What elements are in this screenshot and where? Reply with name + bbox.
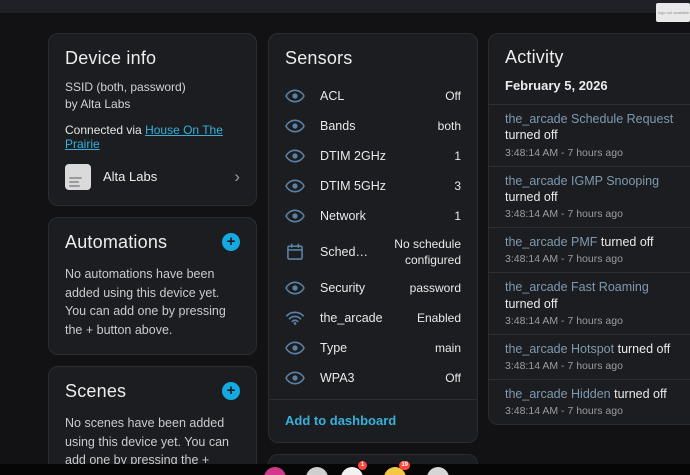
logbook-list: the_arcade Schedule Request turned off 3… <box>489 104 690 424</box>
logbook-timestamp: 3:48:14 AM - 7 hours ago <box>505 315 683 327</box>
activity-date: February 5, 2026 <box>505 78 683 93</box>
scenes-title: Scenes <box>65 381 126 402</box>
logbook-timestamp: 3:48:14 AM - 7 hours ago <box>505 208 683 220</box>
automations-card: Automations No automations have been add… <box>48 217 257 355</box>
notification-badge: 1 <box>358 461 367 470</box>
automations-empty-text: No automations have been added using thi… <box>65 265 240 340</box>
device-info-title: Device info <box>65 48 240 69</box>
logbook-entity-link[interactable]: the_arcade Schedule Request <box>505 112 673 126</box>
sensor-name: DTIM 2GHz <box>320 149 454 163</box>
sensor-name: ACL <box>320 89 445 103</box>
chevron-right-icon: › <box>234 168 240 185</box>
sensor-name: the_arcade <box>320 311 417 325</box>
logbook-entry: the_arcade PMF turned off 3:48:14 AM - 7… <box>489 227 690 272</box>
sensor-value: Off <box>445 88 461 104</box>
scenes-card: Scenes No scenes have been added using t… <box>48 366 257 475</box>
eye-icon <box>285 176 305 196</box>
logbook-entity-link[interactable]: the_arcade Hotspot <box>505 342 614 356</box>
eye-icon <box>285 116 305 136</box>
sensor-name: DTIM 5GHz <box>320 179 454 193</box>
logbook-entry: the_arcade Hidden turned off 3:48:14 AM … <box>489 379 690 424</box>
device-page: logo not available Device info SSID (bot… <box>0 0 690 475</box>
logbook-action: turned off <box>614 387 667 401</box>
top-bar <box>0 0 690 13</box>
device-manufacturer: by Alta Labs <box>65 96 240 113</box>
integration-row[interactable]: Alta Labs › <box>65 164 240 190</box>
sensor-value: password <box>410 280 461 296</box>
sensor-row[interactable]: the_arcade Enabled <box>269 303 477 333</box>
automations-title: Automations <box>65 232 167 253</box>
alta-labs-logo-icon <box>65 164 91 190</box>
sensor-value: 1 <box>454 148 461 164</box>
logbook-action: turned off <box>505 190 558 204</box>
device-model: SSID (both, password) <box>65 79 240 96</box>
sensors-title: Sensors <box>285 48 352 69</box>
sensor-name: Schedule B… <box>320 245 369 259</box>
integration-name: Alta Labs <box>103 169 222 184</box>
add-scene-button[interactable] <box>222 382 240 400</box>
logbook-action: turned off <box>601 235 654 249</box>
logbook-timestamp: 3:48:14 AM - 7 hours ago <box>505 147 683 159</box>
sensor-name: Security <box>320 281 410 295</box>
logbook-entry: the_arcade Fast Roaming turned off 3:48:… <box>489 272 690 334</box>
device-info-card: Device info SSID (both, password) by Alt… <box>48 33 257 206</box>
sensor-row[interactable]: DTIM 2GHz 1 <box>269 141 477 171</box>
sensors-footer: Add to dashboard <box>269 399 477 442</box>
connected-via-label: Connected via <box>65 123 145 137</box>
connected-via: Connected via House On The Prairie <box>65 123 240 151</box>
sensor-value: 3 <box>454 178 461 194</box>
logbook-timestamp: 3:48:14 AM - 7 hours ago <box>505 253 683 265</box>
eye-icon <box>285 206 305 226</box>
sensor-row[interactable]: Bands both <box>269 111 477 141</box>
logbook-entry: the_arcade Schedule Request turned off 3… <box>489 104 690 166</box>
logbook-entry: the_arcade Hotspot turned off 3:48:14 AM… <box>489 334 690 379</box>
activity-card: Activity February 5, 2026 the_arcade Sch… <box>488 33 690 425</box>
sensor-value: No schedule configured <box>369 236 461 268</box>
calendar-icon <box>285 242 305 262</box>
sensor-row[interactable]: Type main <box>269 333 477 363</box>
eye-icon <box>285 146 305 166</box>
sensor-name: Network <box>320 209 454 223</box>
sensor-row[interactable]: Schedule B… No schedule configured <box>269 231 477 273</box>
sensor-name: Bands <box>320 119 438 133</box>
logbook-action: turned off <box>505 297 558 311</box>
sensor-name: Type <box>320 341 435 355</box>
logbook-timestamp: 3:48:14 AM - 7 hours ago <box>505 405 683 417</box>
eye-icon <box>285 278 305 298</box>
logbook-entry: the_arcade IGMP Snooping turned off 3:48… <box>489 166 690 228</box>
sensor-list: ACL Off Bands both DTIM 2GHz 1 DTIM 5GHz… <box>269 77 477 399</box>
sensor-row[interactable]: Network 1 <box>269 201 477 231</box>
logbook-entity-link[interactable]: the_arcade Hidden <box>505 387 611 401</box>
logbook-entity-link[interactable]: the_arcade Fast Roaming <box>505 280 649 294</box>
sensor-row[interactable]: Security password <box>269 273 477 303</box>
sensor-name: WPA3 <box>320 371 445 385</box>
eye-icon <box>285 368 305 388</box>
left-column: Device info SSID (both, password) by Alt… <box>48 33 257 475</box>
logbook-timestamp: 3:48:14 AM - 7 hours ago <box>505 360 683 372</box>
eye-icon <box>285 338 305 358</box>
logbook-entity-link[interactable]: the_arcade PMF <box>505 235 597 249</box>
wifi-icon <box>285 308 305 328</box>
notification-badge: 19 <box>399 461 410 470</box>
activity-title: Activity <box>505 47 683 68</box>
add-automation-button[interactable] <box>222 233 240 251</box>
logbook-action: turned off <box>505 128 558 142</box>
middle-column: Sensors ACL Off Bands both DTIM 2GHz 1 D… <box>268 33 478 475</box>
sensor-value: 1 <box>454 208 461 224</box>
add-to-dashboard-link[interactable]: Add to dashboard <box>285 413 396 428</box>
sensor-value: Enabled <box>417 310 461 326</box>
sensor-value: main <box>435 340 461 356</box>
logbook-entity-link[interactable]: the_arcade IGMP Snooping <box>505 174 659 188</box>
logbook-action: turned off <box>618 342 671 356</box>
eye-icon <box>285 86 305 106</box>
sensor-row[interactable]: ACL Off <box>269 81 477 111</box>
sensor-row[interactable]: DTIM 5GHz 3 <box>269 171 477 201</box>
right-column: Activity February 5, 2026 the_arcade Sch… <box>488 33 690 436</box>
sensor-value: Off <box>445 370 461 386</box>
sensor-value: both <box>438 118 461 134</box>
sensor-row[interactable]: WPA3 Off <box>269 363 477 393</box>
sensors-card: Sensors ACL Off Bands both DTIM 2GHz 1 D… <box>268 33 478 443</box>
logo-tooltip: logo not available <box>656 3 690 22</box>
